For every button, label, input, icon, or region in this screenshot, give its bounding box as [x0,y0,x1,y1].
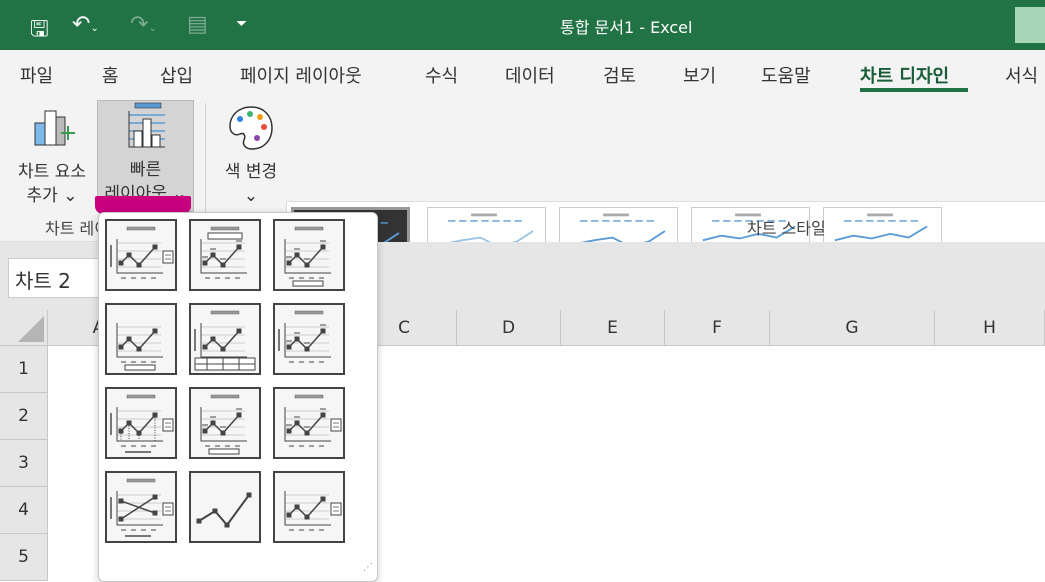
layout-preview-icon [278,310,331,363]
resize-grip-icon[interactable]: ⋰ [363,562,373,573]
layout-preview-icon [284,491,342,531]
quick-layout-label: 빠른 [129,160,162,180]
customize-qat-icon[interactable]: ⏷ [236,16,247,32]
add-chart-element-label: 차트 요소 [18,162,86,182]
quick-layout-2[interactable] [189,219,261,291]
column-header-E[interactable]: E [561,310,665,346]
layout-preview-icon [110,226,174,279]
ribbon-tabs: 파일 홈 삽입 페이지 레이아웃 수식 데이터 검토 보기 도움말 차트 디자인 서식 [0,50,1045,97]
layout-preview-icon [110,394,174,453]
column-header-G[interactable]: G [770,310,935,346]
add-chart-element-button[interactable]: 차트 요소 추가 ⌄ [8,103,96,213]
column-header-F[interactable]: F [665,310,770,346]
add-chart-element-dropdown: 추가 ⌄ [26,186,78,206]
active-tab-indicator [860,88,968,92]
tab-0[interactable]: 파일 [20,62,53,88]
redo-icon[interactable]: ↷⌄ [130,12,157,37]
save-icon[interactable]: 🖫 [30,12,49,50]
tab-7[interactable]: 보기 [683,62,716,88]
quick-layout-7[interactable] [105,387,177,459]
quick-layout-12[interactable] [273,471,345,543]
row-header-2[interactable]: 2 [0,393,48,440]
quick-layout-11[interactable] [189,471,261,543]
quick-layout-9[interactable] [273,387,345,459]
tab-4[interactable]: 수식 [425,62,458,88]
tab-5[interactable]: 데이터 [505,62,555,88]
row-header-3[interactable]: 3 [0,440,48,487]
name-box[interactable]: 차트 2 [8,258,108,298]
quick-layout-1[interactable] [105,219,177,291]
row-header-1[interactable]: 1 [0,346,48,393]
add-chart-element-icon [34,110,75,146]
quick-layout-6[interactable] [273,303,345,375]
tab-9[interactable]: 차트 디자인 [860,62,949,88]
window-title: 통합 문서1 - Excel [560,18,693,37]
row-header-5[interactable]: 5 [0,534,48,581]
layout-preview-icon [284,394,342,447]
account-avatar[interactable] [1015,7,1045,43]
layout-preview-icon [196,492,252,528]
quick-layout-10[interactable] [105,471,177,543]
row-header-4[interactable]: 4 [0,487,48,534]
layout-preview-icon [200,394,247,455]
palette-icon [229,106,273,150]
column-header-D[interactable]: D [457,310,561,346]
quick-layout-8[interactable] [189,387,261,459]
title-bar: 🖫 ↶⌄ ↷⌄ ▤ ⏷ 통합 문서1 - Excel [0,0,1045,50]
quick-layout-5[interactable] [189,303,261,375]
layout-preview-icon [116,323,163,371]
change-colors-label: 색 변경 [224,162,278,182]
tab-8[interactable]: 도움말 [761,62,811,88]
quick-layout-icon [128,102,165,148]
chart-styles-group-label: 차트 스타일 [747,219,826,238]
form-icon[interactable]: ▤ [187,12,208,37]
tab-3[interactable]: 페이지 레이아웃 [240,62,362,88]
quick-layout-3[interactable] [273,219,345,291]
tab-1[interactable]: 홈 [102,62,119,88]
layout-preview-icon [200,226,247,279]
undo-icon[interactable]: ↶⌄ [72,12,99,37]
change-colors-dropdown: ⌄ [243,186,259,206]
change-colors-button[interactable]: 색 변경 ⌄ [214,103,288,213]
tab-10[interactable]: 서식 [1005,62,1038,88]
tab-2[interactable]: 삽입 [160,62,193,88]
column-header-H[interactable]: H [935,310,1045,346]
layout-preview-icon [194,310,256,371]
select-all-button[interactable] [0,310,48,346]
layout-preview-icon [284,226,331,287]
tab-6[interactable]: 검토 [603,62,636,88]
quick-layout-gallery: ⋰ [98,212,378,582]
quick-layout-4[interactable] [105,303,177,375]
layout-preview-icon [110,478,174,537]
